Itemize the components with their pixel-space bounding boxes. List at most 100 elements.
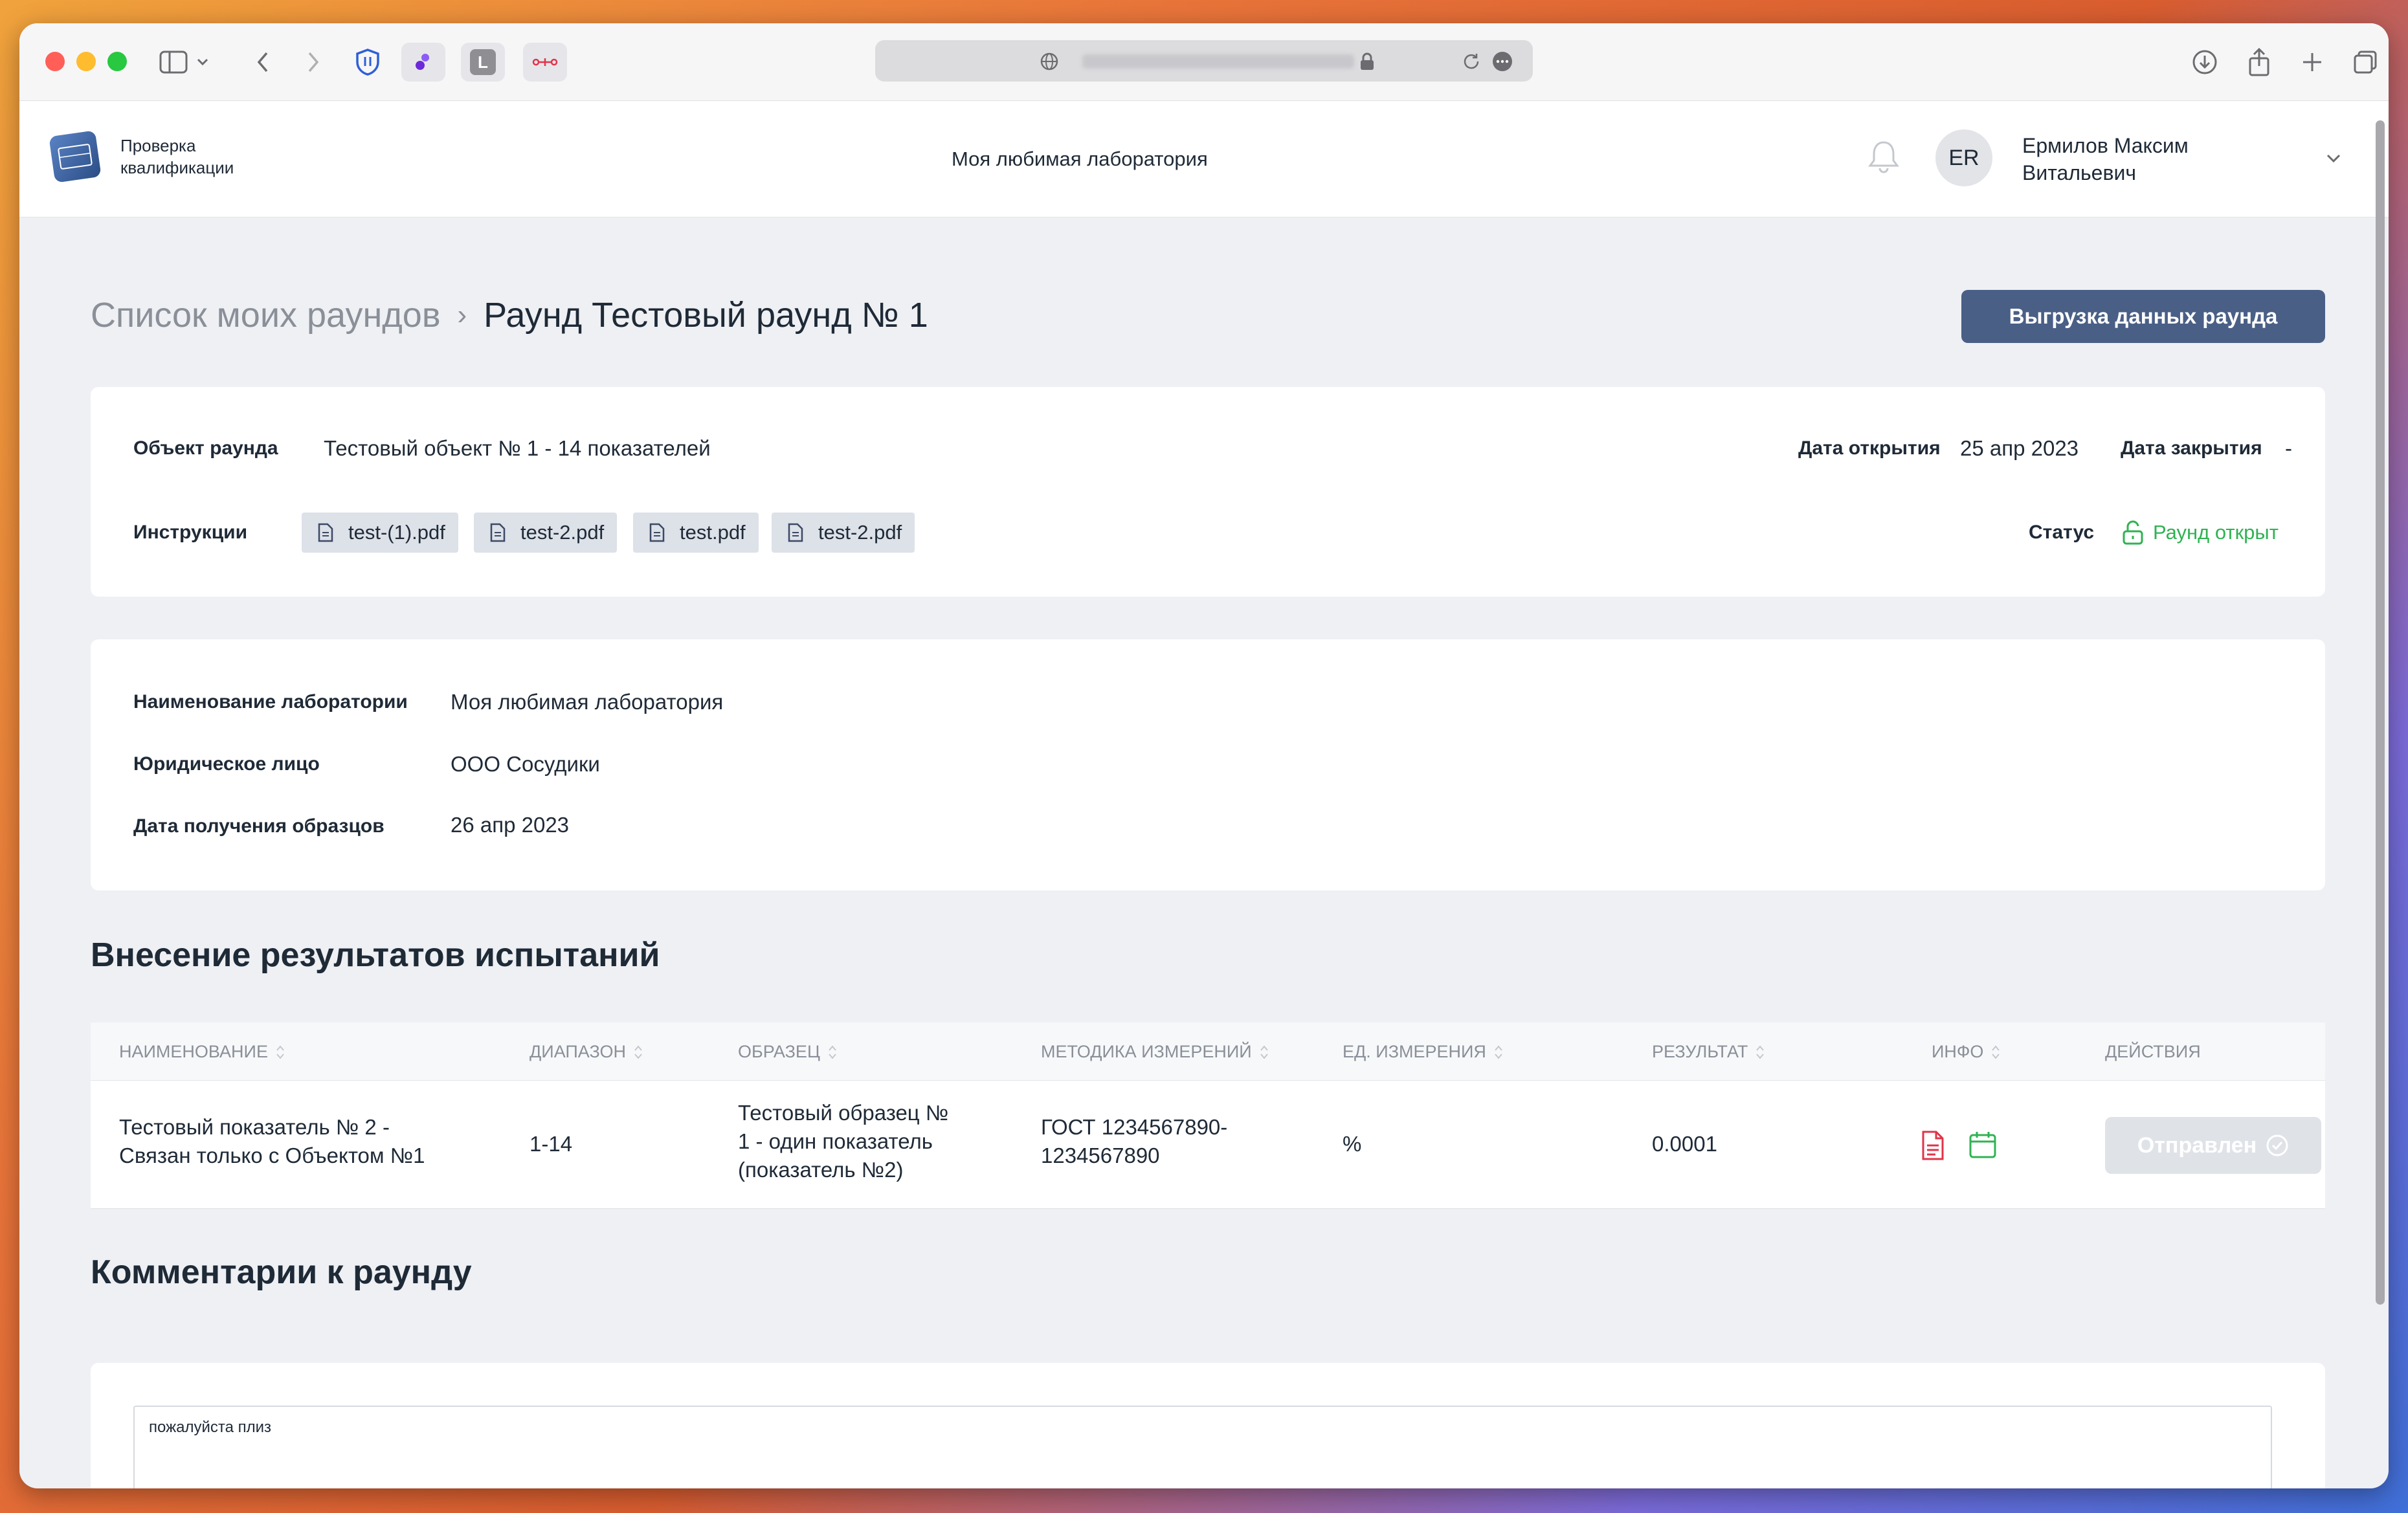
- samples-received-value: 26 апр 2023: [451, 813, 570, 837]
- cell-sample: Тестовый образец № 1 - один показатель (…: [738, 1099, 948, 1184]
- breadcrumb: Список моих раундов › Раунд Тестовый рау…: [91, 295, 928, 335]
- close-date-value: -: [2285, 436, 2292, 460]
- file-chip[interactable]: test-2.pdf: [474, 513, 618, 553]
- download-icon[interactable]: [2188, 45, 2222, 79]
- column-header-label: ЕД. ИЗМЕРЕНИЯ: [1343, 1042, 1486, 1061]
- file-name: test-(1).pdf: [348, 521, 445, 544]
- cell-range: 1-14: [530, 1132, 573, 1156]
- cell-method-line2: 1234567890: [1041, 1143, 1160, 1167]
- sort-icon: [1992, 1044, 2000, 1059]
- legal-entity-value: ООО Сосудики: [451, 752, 600, 776]
- avatar[interactable]: ER: [1935, 129, 1992, 186]
- globe-icon: [1040, 52, 1058, 71]
- browser-window: L Проверка квалификации Моя любимая лабо…: [19, 23, 2389, 1488]
- column-header-label: МЕТОДИКА ИЗМЕРЕНИЙ: [1041, 1042, 1252, 1061]
- table-header: НАИМЕНОВАНИЕ ДИАПАЗОН ОБРАЗЕЦ МЕТОДИКА И…: [91, 1022, 2325, 1081]
- object-value: Тестовый объект № 1 - 14 показателей: [324, 436, 711, 460]
- column-header-label: РЕЗУЛЬТАТ: [1652, 1042, 1748, 1061]
- column-header-method[interactable]: МЕТОДИКА ИЗМЕРЕНИЙ: [1041, 1042, 1269, 1062]
- l-extension-icon[interactable]: L: [461, 43, 505, 82]
- maximize-window-button[interactable]: [107, 52, 127, 71]
- column-header-info[interactable]: ИНФО: [1932, 1042, 2000, 1062]
- cell-name: Тестовый показатель № 2 - Связан только …: [119, 1113, 425, 1170]
- minimize-window-button[interactable]: [76, 52, 96, 71]
- page-scrollbar[interactable]: [2376, 120, 2385, 1305]
- open-date-value: 25 апр 2023: [1960, 436, 2079, 460]
- column-header-unit[interactable]: ЕД. ИЗМЕРЕНИЯ: [1343, 1042, 1503, 1062]
- document-icon: [788, 523, 803, 542]
- app-name-line2: квалификации: [120, 158, 234, 177]
- sidebar-icon[interactable]: [157, 45, 190, 79]
- column-header-label: ДИАПАЗОН: [530, 1042, 627, 1061]
- document-icon: [318, 523, 333, 542]
- cell-method: ГОСТ 1234567890- 1234567890: [1041, 1113, 1227, 1170]
- file-chip[interactable]: test-(1).pdf: [302, 513, 458, 553]
- chevron-down-icon[interactable]: [193, 45, 212, 79]
- chevron-down-icon[interactable]: [2324, 149, 2343, 168]
- sort-icon: [634, 1044, 642, 1059]
- cell-name-line1: Тестовый показатель № 2 -: [119, 1115, 390, 1139]
- link-extension-icon[interactable]: [523, 43, 567, 82]
- share-icon[interactable]: [2242, 45, 2276, 79]
- sort-icon: [829, 1044, 836, 1059]
- samples-received-label: Дата получения образцов: [133, 815, 385, 837]
- user-name-line1: Ермилов Максим: [2022, 134, 2189, 157]
- legal-entity-label: Юридическое лицо: [133, 753, 320, 775]
- file-name: test-2.pdf: [818, 521, 902, 544]
- reload-icon[interactable]: [1462, 52, 1481, 71]
- document-icon[interactable]: [1920, 1130, 1946, 1161]
- new-tab-icon[interactable]: [2295, 45, 2329, 79]
- column-header-sample[interactable]: ОБРАЗЕЦ: [738, 1042, 837, 1062]
- sort-icon: [1260, 1044, 1268, 1059]
- user-name[interactable]: Ермилов Максим Витальевич: [2022, 132, 2189, 186]
- header-lab-name: Моя любимая лаборатория: [952, 148, 1208, 170]
- shield-extension-icon[interactable]: [351, 45, 385, 79]
- table-row: Тестовый показатель № 2 - Связан только …: [91, 1081, 2325, 1209]
- file-chip[interactable]: test-2.pdf: [772, 513, 915, 553]
- sent-button[interactable]: Отправлен: [2105, 1117, 2321, 1174]
- page-title: Раунд Тестовый раунд № 1: [484, 296, 928, 335]
- object-label: Объект раунда: [133, 437, 278, 459]
- tabs-overview-icon[interactable]: [2348, 45, 2382, 79]
- open-date-label: Дата открытия: [1798, 437, 1941, 459]
- app-name: Проверка квалификации: [120, 135, 234, 179]
- cell-sample-line3: (показатель №2): [738, 1158, 904, 1182]
- more-icon[interactable]: [1491, 50, 1513, 72]
- forward-icon[interactable]: [296, 45, 330, 79]
- close-window-button[interactable]: [45, 52, 65, 71]
- cell-sample-line2: 1 - один показатель: [738, 1129, 933, 1153]
- file-name: test.pdf: [680, 521, 746, 544]
- cell-name-line2: Связан только с Объектом №1: [119, 1143, 425, 1167]
- user-name-line2: Витальевич: [2022, 161, 2136, 184]
- app-logo[interactable]: [49, 130, 102, 183]
- comments-section-title: Комментарии к раунду: [91, 1253, 472, 1291]
- comment-textarea[interactable]: пожалуйста плиз: [133, 1406, 2272, 1488]
- back-icon[interactable]: [246, 45, 280, 79]
- column-header-label: ДЕЙСТВИЯ: [2105, 1042, 2201, 1061]
- results-section-title: Внесение результатов испытаний: [91, 936, 660, 974]
- unlock-icon: [2123, 520, 2143, 545]
- cell-method-line1: ГОСТ 1234567890-: [1041, 1115, 1228, 1139]
- breadcrumb-parent-link[interactable]: Список моих раундов: [91, 295, 441, 335]
- sort-icon: [1756, 1044, 1765, 1059]
- column-header-range[interactable]: ДИАПАЗОН: [530, 1042, 643, 1062]
- column-header-name[interactable]: НАИМЕНОВАНИЕ: [119, 1042, 285, 1062]
- document-icon: [649, 523, 665, 542]
- column-header-label: ИНФО: [1932, 1042, 1984, 1061]
- export-round-data-button[interactable]: Выгрузка данных раунда: [1961, 290, 2325, 343]
- breadcrumb-separator: ›: [457, 299, 467, 331]
- lab-name-value: Моя любимая лаборатория: [451, 690, 724, 714]
- file-chip[interactable]: test.pdf: [633, 513, 759, 553]
- lab-info-card: Наименование лаборатории Моя любимая лаб…: [91, 639, 2325, 890]
- lock-icon: [1361, 52, 1374, 70]
- sort-icon: [276, 1044, 284, 1059]
- notification-bell-icon[interactable]: [1864, 137, 1903, 176]
- calendar-icon[interactable]: [1968, 1130, 1998, 1160]
- file-name: test-2.pdf: [520, 521, 605, 544]
- column-header-result[interactable]: РЕЗУЛЬТАТ: [1652, 1042, 1765, 1062]
- extension-icon[interactable]: [401, 43, 445, 82]
- sent-button-label: Отправлен: [2137, 1132, 2257, 1158]
- address-bar[interactable]: [875, 40, 1533, 82]
- results-table: НАИМЕНОВАНИЕ ДИАПАЗОН ОБРАЗЕЦ МЕТОДИКА И…: [91, 1022, 2325, 1209]
- app-header: Проверка квалификации Моя любимая лабора…: [19, 101, 2389, 217]
